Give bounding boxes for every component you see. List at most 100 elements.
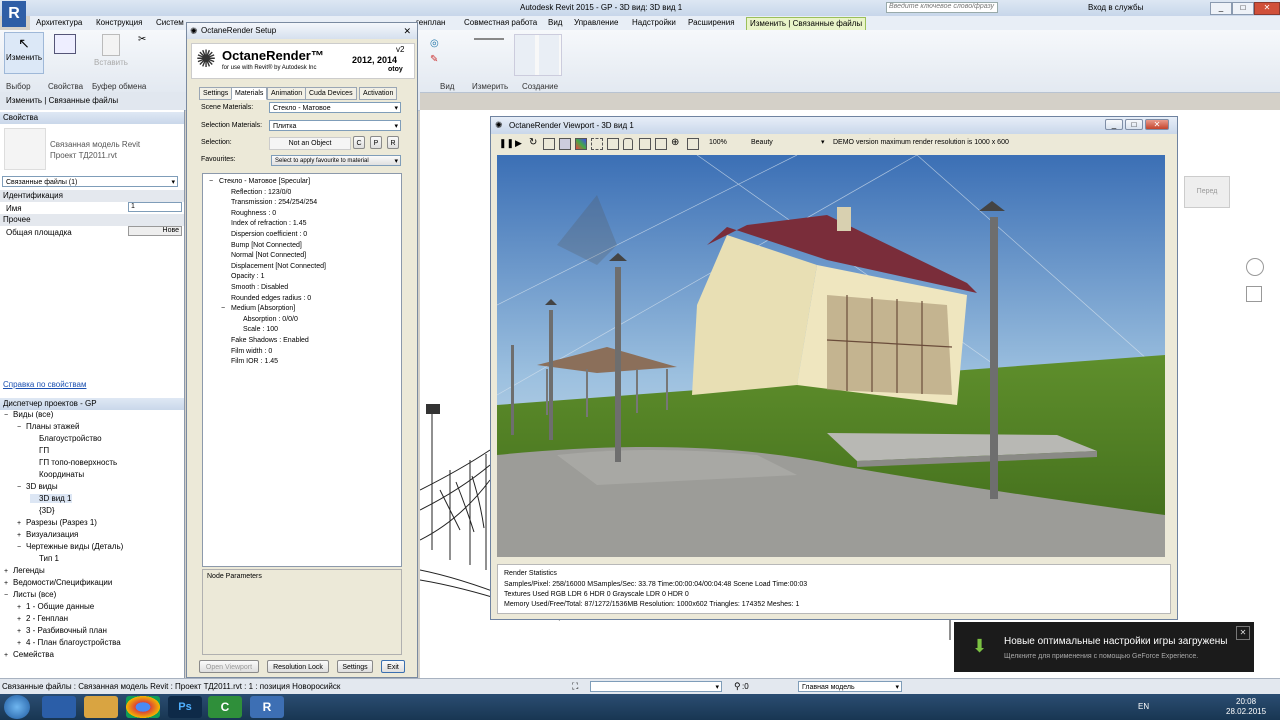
zoom-icon[interactable] bbox=[1246, 286, 1262, 302]
create-group-icon[interactable] bbox=[514, 34, 562, 76]
language-indicator[interactable]: EN bbox=[1138, 702, 1149, 711]
tab-animation[interactable]: Animation bbox=[267, 87, 307, 100]
open-viewport-button[interactable]: Open Viewport bbox=[199, 660, 259, 673]
instance-selector[interactable]: Связанные файлы (1) bbox=[2, 176, 178, 187]
zoom-in-icon[interactable]: ⊕ bbox=[671, 137, 679, 148]
workset-select[interactable] bbox=[590, 681, 722, 692]
tree-expander-icon[interactable]: − bbox=[4, 412, 13, 419]
pause-icon[interactable]: ❚❚ bbox=[499, 138, 514, 149]
tree-expander-icon[interactable]: − bbox=[17, 484, 26, 491]
viewport-minimize-button[interactable]: _ bbox=[1105, 119, 1123, 130]
project-browser-item[interactable]: 3D вид 1 bbox=[30, 494, 72, 503]
tab-systems[interactable]: Систем bbox=[156, 17, 184, 29]
material-tree-node[interactable]: Scale : 100 bbox=[243, 326, 278, 333]
reset-material-button[interactable]: R bbox=[387, 136, 399, 149]
exit-button[interactable]: Exit bbox=[381, 660, 405, 673]
project-browser-item[interactable]: − Виды (все) bbox=[4, 410, 53, 419]
project-browser-item[interactable]: +2 - Генплан bbox=[17, 614, 68, 623]
properties-help-link[interactable]: Справка по свойствам bbox=[3, 380, 86, 389]
lock-icon[interactable] bbox=[623, 138, 633, 150]
navigation-wheel-icon[interactable] bbox=[1246, 258, 1264, 276]
tree-expander-icon[interactable]: + bbox=[4, 580, 13, 587]
tree-expander-icon[interactable]: − bbox=[4, 592, 13, 599]
geforce-notification[interactable]: ⬇ Новые оптимальные настройки игры загру… bbox=[954, 622, 1254, 672]
project-browser-item[interactable]: + Ведомости/Спецификации bbox=[4, 578, 112, 587]
filter-icon[interactable]: ⚲ bbox=[734, 681, 741, 692]
identification-group[interactable]: Идентификация bbox=[0, 190, 184, 202]
close-button[interactable]: ✕ bbox=[1254, 2, 1280, 15]
tab-modify-linked-files[interactable]: Изменить | Связанные файлы bbox=[746, 17, 867, 31]
focus-picker-icon[interactable] bbox=[543, 138, 555, 150]
material-tree-node[interactable]: Absorption : 0/0/0 bbox=[243, 316, 298, 323]
tree-expander-icon[interactable]: + bbox=[17, 616, 26, 623]
area-button[interactable]: Нове bbox=[128, 226, 182, 236]
design-option-select[interactable]: Главная модель bbox=[798, 681, 902, 692]
material-picker-icon[interactable] bbox=[607, 138, 619, 150]
group-measure[interactable]: Измерить bbox=[472, 82, 508, 91]
notification-close-icon[interactable]: ✕ bbox=[1236, 626, 1250, 640]
viewport-close-button[interactable]: ✕ bbox=[1145, 119, 1169, 130]
camera-lock-icon[interactable] bbox=[559, 138, 571, 150]
project-browser-item[interactable]: {3D} bbox=[30, 506, 55, 515]
project-browser-item[interactable]: ГП топо-поверхность bbox=[30, 458, 117, 467]
tab-materials[interactable]: Materials bbox=[231, 87, 268, 100]
resolution-lock-button[interactable]: Resolution Lock bbox=[267, 660, 329, 673]
setup-close-button[interactable]: ✕ bbox=[403, 23, 411, 39]
tab-cuda-devices[interactable]: Cuda Devices bbox=[305, 87, 357, 100]
project-browser-item[interactable]: +4 - План благоустройства bbox=[17, 638, 121, 647]
material-tree-node[interactable]: Displacement [Not Connected] bbox=[231, 263, 326, 270]
material-tree-node[interactable]: Rounded edges radius : 0 bbox=[231, 295, 311, 302]
material-tree-node[interactable]: Fake Shadows : Enabled bbox=[231, 337, 309, 344]
restart-icon[interactable]: ↻ bbox=[529, 137, 537, 148]
chevron-down-icon[interactable]: ▾ bbox=[821, 138, 825, 146]
project-browser-item[interactable]: −3D виды bbox=[17, 482, 58, 491]
tab-collaborate[interactable]: Совместная работа bbox=[464, 17, 537, 29]
tree-expander-icon[interactable]: − bbox=[221, 305, 231, 312]
tree-expander-icon[interactable]: − bbox=[17, 424, 26, 431]
project-browser-item[interactable]: − Планы этажей bbox=[17, 422, 79, 431]
file-manager-icon[interactable] bbox=[42, 696, 76, 718]
project-browser-item[interactable]: +1 - Общие данные bbox=[17, 602, 94, 611]
name-field[interactable]: 1 bbox=[128, 202, 182, 212]
project-browser-item[interactable]: + Легенды bbox=[4, 566, 45, 575]
start-button[interactable] bbox=[4, 695, 30, 719]
render-output-image[interactable] bbox=[497, 155, 1165, 557]
tree-expander-icon[interactable]: + bbox=[17, 640, 26, 647]
material-tree-node[interactable]: Bump [Not Connected] bbox=[231, 242, 302, 249]
lightbulb-icon[interactable]: ◎ bbox=[430, 38, 439, 49]
login-button[interactable]: Вход в службы bbox=[1088, 3, 1143, 12]
minimize-button[interactable]: _ bbox=[1210, 2, 1232, 15]
favourites-select[interactable]: Select to apply favourite to material bbox=[271, 155, 401, 166]
tree-expander-icon[interactable]: + bbox=[4, 652, 13, 659]
pencil-icon[interactable]: ✎ bbox=[430, 54, 438, 65]
tab-view[interactable]: Вид bbox=[548, 17, 562, 29]
tab-extensions[interactable]: Расширения bbox=[688, 17, 735, 29]
tab-structure[interactable]: Конструкция bbox=[96, 17, 142, 29]
explorer-icon[interactable] bbox=[84, 696, 118, 718]
material-tree-node[interactable]: Film width : 0 bbox=[231, 348, 272, 355]
project-browser-item[interactable]: ГП bbox=[30, 446, 49, 455]
project-browser-item[interactable]: − Чертежные виды (Деталь) bbox=[17, 542, 123, 551]
material-tree-node[interactable]: Index of refraction : 1.45 bbox=[231, 220, 307, 227]
measure-tool-icon[interactable] bbox=[474, 38, 504, 40]
other-group[interactable]: Прочее bbox=[0, 214, 184, 226]
scissors-icon[interactable]: ✂ bbox=[138, 34, 146, 45]
project-browser-item[interactable]: + Семейства bbox=[4, 650, 54, 659]
project-browser-item[interactable]: Благоустройство bbox=[30, 434, 102, 443]
search-input[interactable]: Введите ключевое слово/фразу bbox=[886, 2, 998, 13]
clock-date[interactable]: 28.02.2015 bbox=[1226, 707, 1266, 716]
properties-button[interactable] bbox=[50, 32, 80, 72]
camtasia-icon[interactable]: C bbox=[208, 696, 242, 718]
material-tree-node[interactable]: Roughness : 0 bbox=[231, 210, 276, 217]
tree-expander-icon[interactable]: + bbox=[17, 532, 26, 539]
tab-manage[interactable]: Управление bbox=[574, 17, 618, 29]
material-tree-node[interactable]: Dispersion coefficient : 0 bbox=[231, 231, 307, 238]
material-tree-node[interactable]: Reflection : 123/0/0 bbox=[231, 189, 291, 196]
tree-expander-icon[interactable]: + bbox=[17, 604, 26, 611]
material-tree-node[interactable]: Opacity : 1 bbox=[231, 273, 264, 280]
tree-expander-icon[interactable]: + bbox=[4, 568, 13, 575]
worksets-icon[interactable]: ⛶ bbox=[572, 681, 578, 692]
revit-icon[interactable]: R bbox=[250, 696, 284, 718]
region-render-icon[interactable] bbox=[591, 138, 603, 150]
paste-button[interactable]: Вставить bbox=[92, 32, 130, 72]
